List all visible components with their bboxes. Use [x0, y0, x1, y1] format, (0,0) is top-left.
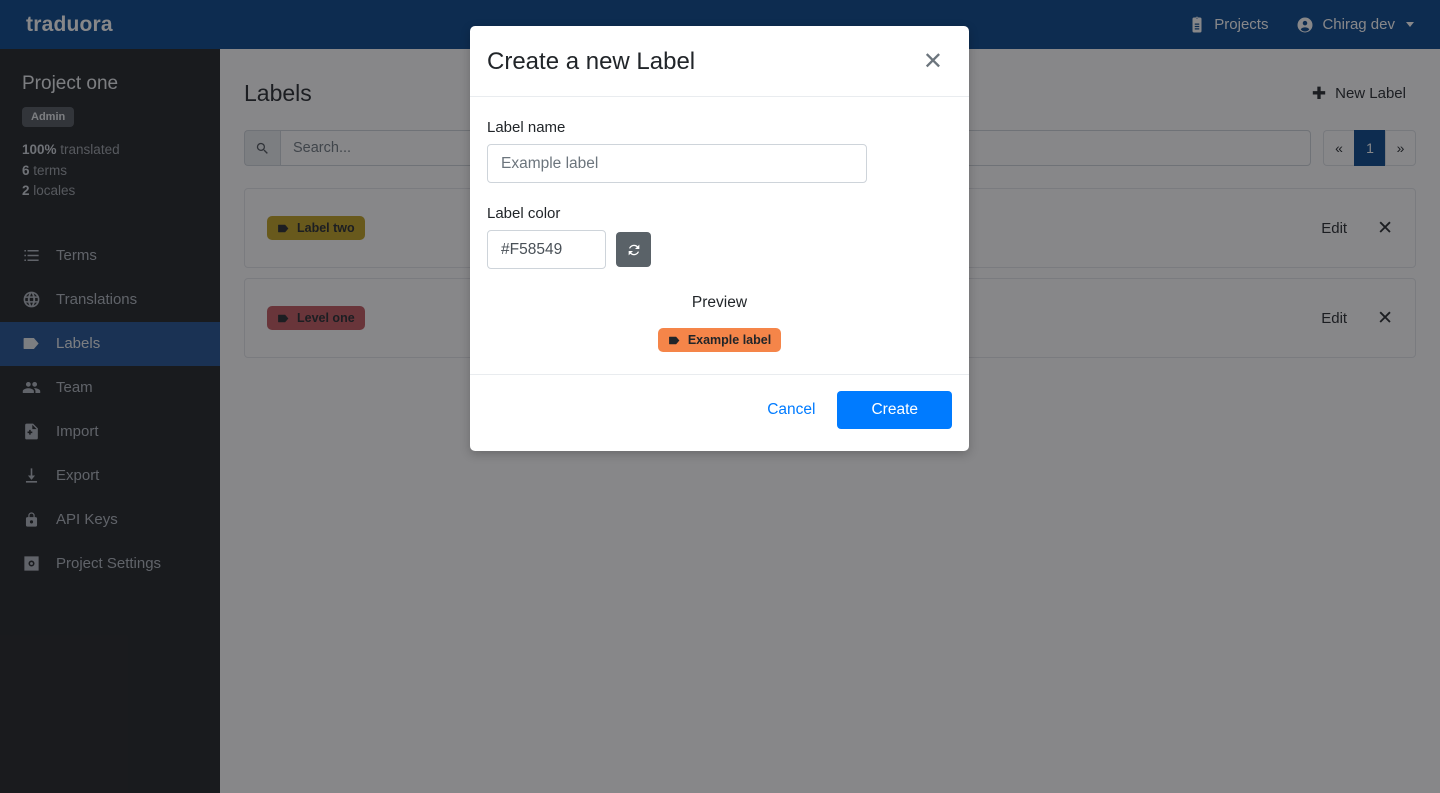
create-label-modal: Create a new Label ✕ Label name Label co…: [470, 26, 969, 451]
label-name-input[interactable]: [487, 144, 867, 183]
preview-label-chip: Example label: [657, 328, 782, 352]
create-button[interactable]: Create: [837, 391, 952, 429]
refresh-color-button[interactable]: [616, 232, 651, 267]
preview-title: Preview: [691, 294, 748, 311]
label-color-field-label: Label color: [487, 205, 561, 222]
modal-footer: Cancel Create: [470, 374, 969, 451]
modal-title: Create a new Label: [487, 48, 696, 75]
label-color-input[interactable]: [487, 230, 606, 269]
tag-icon: [668, 336, 680, 344]
preview-label-chip-text: Example label: [687, 333, 772, 347]
modal-body: Label name Label color Preview Example l…: [470, 97, 969, 374]
refresh-icon: [628, 244, 639, 255]
close-icon[interactable]: ✕: [921, 50, 945, 74]
label-color-row: [487, 230, 952, 269]
app-root: traduora Projects Chirag dev Project one…: [0, 0, 1440, 793]
label-name-field-label: Label name: [487, 119, 566, 136]
modal-header: Create a new Label ✕: [470, 26, 969, 97]
preview-section: Preview Example label: [487, 269, 952, 364]
cancel-button[interactable]: Cancel: [767, 401, 815, 419]
